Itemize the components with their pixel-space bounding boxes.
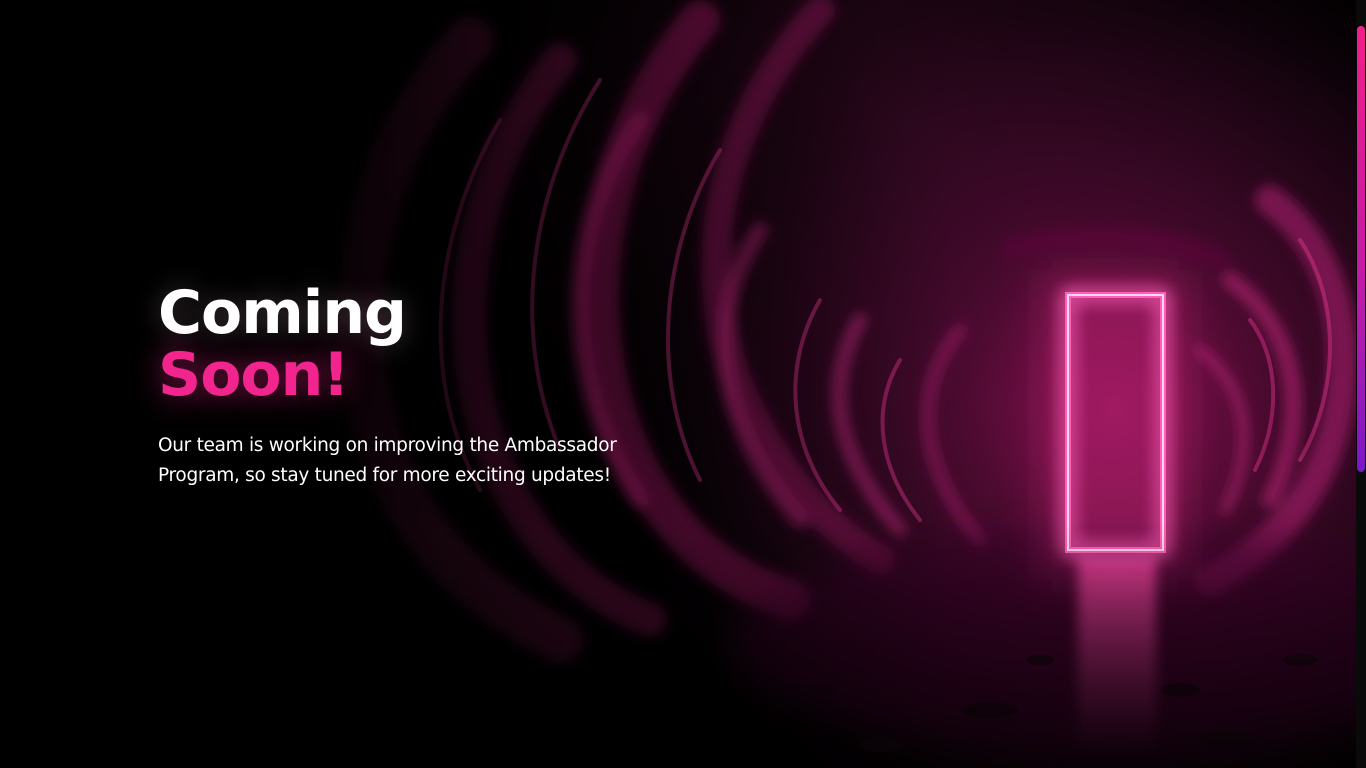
coming-soon-page: Coming Soon! Our team is working on impr… (0, 0, 1366, 768)
title-line-soon: Soon! (158, 340, 350, 410)
hero-section: Coming Soon! Our team is working on impr… (158, 282, 718, 491)
title-line-coming: Coming (158, 278, 407, 348)
hero-description: Our team is working on improving the Amb… (158, 435, 617, 486)
page-title: Coming Soon! (158, 282, 718, 406)
page-scrollbar[interactable] (1356, 0, 1366, 768)
scrollbar-thumb[interactable] (1357, 26, 1365, 472)
